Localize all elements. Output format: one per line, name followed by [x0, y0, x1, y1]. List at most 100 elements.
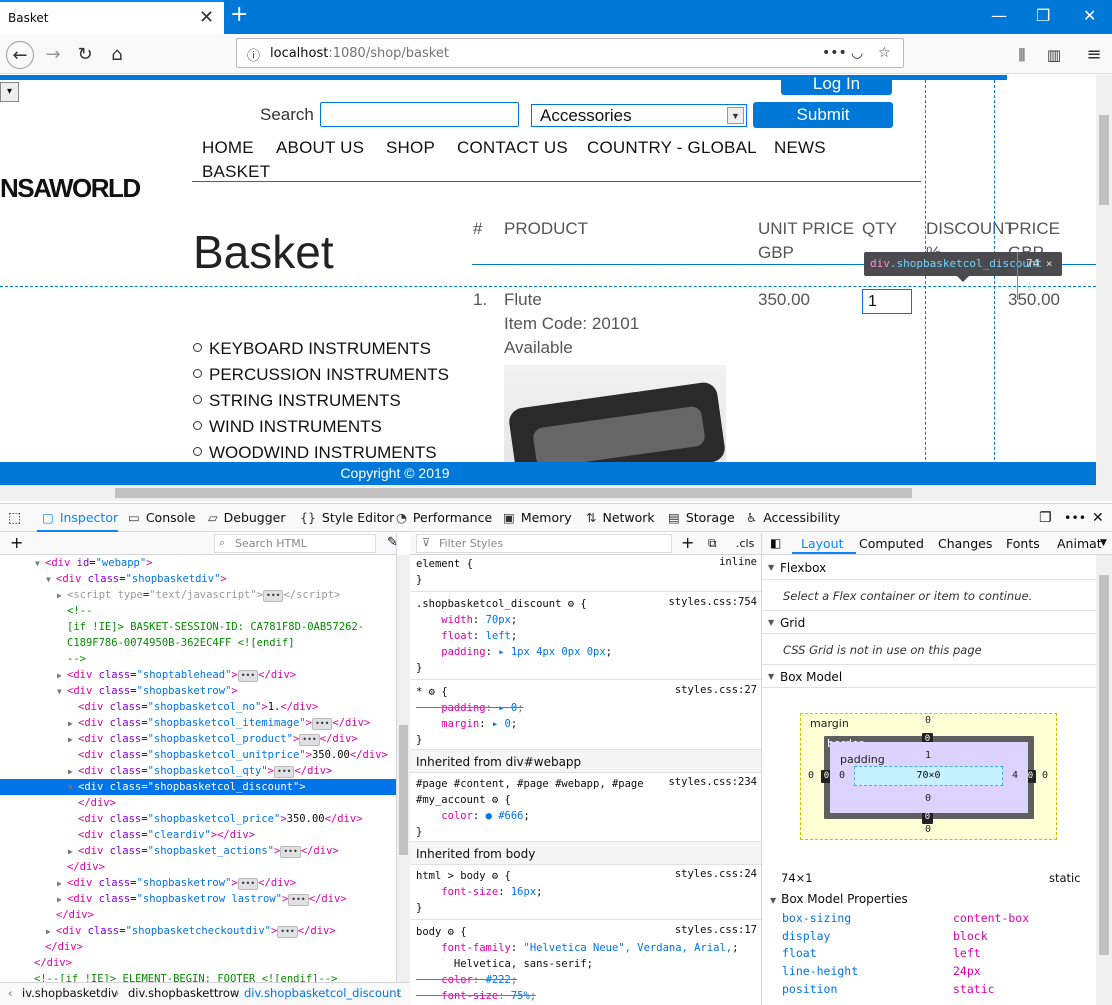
- breadcrumb-left-icon[interactable]: ‹: [8, 983, 13, 1004]
- css-line[interactable]: Helvetica, sans-serif;: [416, 956, 593, 972]
- eyedropper-icon[interactable]: ✎: [387, 535, 396, 550]
- new-tab-icon[interactable]: +: [230, 2, 248, 27]
- css-declaration[interactable]: font-size: 16px;: [416, 884, 542, 900]
- markup-node[interactable]: ▼ <div class="shopbasketdiv">: [0, 571, 396, 587]
- restore-icon[interactable]: ❐: [1036, 6, 1050, 25]
- markup-node[interactable]: ▶ <div class="shopbasketrow"> ••• </div>: [0, 875, 396, 891]
- css-declaration[interactable]: padding: ▸ 1px 4px 0px 0px;: [416, 644, 612, 660]
- grid-section-header[interactable]: Grid: [762, 610, 1096, 635]
- markup-node[interactable]: <div class="cleardiv"></div>: [0, 827, 396, 843]
- css-selector[interactable]: #page #content, #page #webapp, #page: [416, 776, 644, 792]
- padding-left-value[interactable]: 0: [839, 770, 845, 781]
- padding-right-value[interactable]: 4: [1012, 770, 1018, 781]
- breadcrumb-item-active[interactable]: div.shopbasketcol_discount: [244, 983, 401, 1004]
- close-devtools-icon[interactable]: ✕: [1092, 510, 1104, 526]
- login-button[interactable]: Log In: [781, 75, 892, 95]
- breadcrumb-item[interactable]: div.shopbaskettrow: [128, 983, 239, 1004]
- markup-node[interactable]: ▶ <div class="shopbasketrow lastrow"> ••• <…: [0, 891, 396, 907]
- markup-node[interactable]: ▼ <div id="webapp">: [0, 555, 396, 571]
- markup-node[interactable]: ▶ <div class="shopbasket_actions"> ••• </di…: [0, 843, 396, 859]
- menu-news[interactable]: NEWS: [774, 138, 826, 158]
- menu-contact[interactable]: CONTACT US: [457, 138, 568, 158]
- css-declaration[interactable]: font-family: "Helvetica Neue", Verdana, …: [416, 940, 738, 956]
- pseudo-class-icon[interactable]: ⧉: [708, 536, 717, 551]
- site-logo[interactable]: NSAWORLD: [0, 173, 141, 204]
- submit-button[interactable]: Submit: [753, 102, 893, 128]
- markup-node[interactable]: ▶ <div class="shopbasketcheckoutdiv"> ••• <…: [0, 923, 396, 939]
- css-selector[interactable]: element {: [416, 556, 473, 572]
- search-html-input[interactable]: Search HTML: [214, 534, 376, 553]
- tab-inspector[interactable]: ▢ Inspector: [42, 510, 118, 525]
- css-line[interactable]: }: [416, 732, 422, 748]
- markup-node[interactable]: <div class="shopbasketcol_no">1.</div>: [0, 699, 396, 715]
- markup-node[interactable]: [if !IE]> BASKET-SESSION-ID: CA781F8D-0A…: [0, 619, 396, 635]
- rule-source-link[interactable]: styles.css:17: [675, 924, 757, 936]
- info-icon[interactable]: ⓘ: [247, 45, 260, 64]
- category-wind[interactable]: WIND INSTRUMENTS: [193, 417, 382, 437]
- language-select[interactable]: ▾: [0, 82, 19, 102]
- qty-input[interactable]: 1: [862, 289, 912, 314]
- tab-fonts[interactable]: Fonts: [1006, 536, 1040, 551]
- back-icon[interactable]: ←: [6, 41, 34, 69]
- pocket-icon[interactable]: ◡: [851, 45, 863, 61]
- margin-right-value[interactable]: 0: [1042, 770, 1048, 781]
- menu-basket[interactable]: BASKET: [202, 162, 270, 182]
- category-select[interactable]: Accessories ▼: [531, 104, 747, 127]
- tab-changes[interactable]: Changes: [938, 536, 992, 551]
- markup-node[interactable]: C189F786-0074950B-362EC4FF <![endif]: [0, 635, 396, 651]
- tab-console[interactable]: ▭ Console: [128, 510, 195, 525]
- page-horizontal-scrollbar[interactable]: [0, 485, 1112, 501]
- element-picker-icon[interactable]: ⬚: [8, 510, 21, 526]
- css-line[interactable]: #my_account ⚙ {: [416, 792, 511, 808]
- dock-icon[interactable]: ❐: [1039, 510, 1052, 526]
- page-actions-icon[interactable]: •••: [822, 45, 847, 61]
- markup-node[interactable]: ▶ <div class="shoptablehead"> ••• </div>: [0, 667, 396, 683]
- css-line[interactable]: }: [416, 900, 422, 916]
- devtools-menu-icon[interactable]: •••: [1064, 510, 1086, 525]
- rule-source-link[interactable]: styles.css:24: [675, 868, 757, 880]
- markup-node[interactable]: </div>: [0, 955, 396, 971]
- rule-source-link[interactable]: styles.css:234: [668, 776, 757, 788]
- tab-computed[interactable]: Computed: [859, 536, 924, 551]
- css-selector[interactable]: body ⚙ {: [416, 924, 467, 940]
- markup-node[interactable]: </div>: [0, 795, 396, 811]
- padding-bottom-value[interactable]: 0: [925, 793, 931, 804]
- boxmodel-section-header[interactable]: Box Model: [762, 664, 1096, 689]
- css-line[interactable]: }: [416, 824, 422, 840]
- page-vertical-scrollbar[interactable]: [1096, 75, 1112, 485]
- markup-node[interactable]: ▶ <div class="shopbasketcol_qty"> ••• </div…: [0, 763, 396, 779]
- markup-node[interactable]: <div class="shopbasketcol_price">350.00<…: [0, 811, 396, 827]
- tab-animations[interactable]: Animat: [1057, 536, 1102, 551]
- css-line[interactable]: }: [416, 660, 422, 676]
- bookmark-star-icon[interactable]: ☆: [878, 45, 891, 61]
- menu-icon[interactable]: ≡: [1080, 41, 1108, 69]
- margin-left-value[interactable]: 0: [808, 770, 814, 781]
- margin-bottom-value[interactable]: 0: [925, 824, 931, 835]
- css-selector[interactable]: html > body ⚙ {: [416, 868, 511, 884]
- css-declaration[interactable]: color: ● #666;: [416, 808, 530, 824]
- css-declaration[interactable]: margin: ▸ 0;: [416, 716, 517, 732]
- breadcrumb-item[interactable]: iv.shopbasketdiv: [22, 983, 118, 1004]
- css-declaration[interactable]: padding: ▸ 0;: [416, 700, 523, 716]
- css-declaration[interactable]: width: 70px;: [416, 612, 517, 628]
- breadcrumb-right-icon[interactable]: ›: [396, 983, 401, 1004]
- markup-node[interactable]: </div>: [0, 939, 396, 955]
- forward-icon[interactable]: →: [39, 41, 67, 69]
- rule-source-link[interactable]: inline: [719, 556, 757, 568]
- menu-shop[interactable]: SHOP: [386, 138, 435, 158]
- url-bar[interactable]: ⓘ localhost:1080/shop/basket ••• ◡ ☆: [236, 38, 904, 68]
- markup-node[interactable]: ▶ <script type="text/javascript"> ••• </scr…: [0, 587, 396, 603]
- rule-source-link[interactable]: styles.css:754: [668, 596, 757, 608]
- tab-network[interactable]: ⇅ Network: [586, 510, 655, 525]
- tab-layout[interactable]: Layout: [801, 536, 844, 551]
- css-declaration[interactable]: color: #222;: [416, 972, 517, 988]
- tab-debugger[interactable]: ▱ Debugger: [208, 510, 286, 525]
- add-node-icon[interactable]: +: [10, 533, 23, 552]
- css-selector[interactable]: .shopbasketcol_discount ⚙ {: [416, 596, 587, 612]
- filter-styles-input[interactable]: Filter Styles: [416, 534, 672, 553]
- row-product[interactable]: Flute: [504, 288, 542, 312]
- cls-toggle[interactable]: .cls: [736, 537, 754, 550]
- menu-about[interactable]: ABOUT US: [276, 138, 364, 158]
- menu-home[interactable]: HOME: [202, 138, 254, 158]
- category-woodwind[interactable]: WOODWIND INSTRUMENTS: [193, 443, 437, 463]
